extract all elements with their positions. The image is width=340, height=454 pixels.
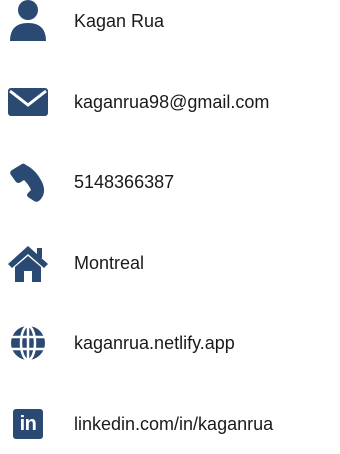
linkedin-icon: in (6, 402, 50, 446)
contact-location: Montreal (74, 253, 145, 273)
contact-linkedin-link[interactable]: linkedin.com/in/kaganrua (74, 413, 273, 435)
contact-row-location: Montreal (0, 233, 340, 293)
contact-row-email: kaganrua98@gmail.com (0, 72, 340, 132)
contact-phone-link[interactable]: 5148366387 (74, 171, 174, 193)
contact-name: Kagan Rua (74, 11, 165, 31)
linkedin-icon-text: in (13, 409, 43, 439)
contact-website-link[interactable]: kaganrua.netlify.app (74, 332, 235, 354)
contact-row-website: kaganrua.netlify.app (0, 313, 340, 373)
phone-icon (6, 160, 50, 204)
contact-row-phone: 5148366387 (0, 152, 340, 212)
home-icon (6, 241, 50, 285)
contact-email-link[interactable]: kaganrua98@gmail.com (74, 91, 269, 113)
envelope-icon (6, 80, 50, 124)
contact-row-linkedin: in linkedin.com/in/kaganrua (0, 394, 340, 454)
contact-list: Kagan Rua kaganrua98@gmail.com 514836638… (0, 0, 340, 441)
globe-icon (6, 321, 50, 365)
contact-row-name: Kagan Rua (0, 0, 340, 51)
user-icon (6, 0, 50, 43)
